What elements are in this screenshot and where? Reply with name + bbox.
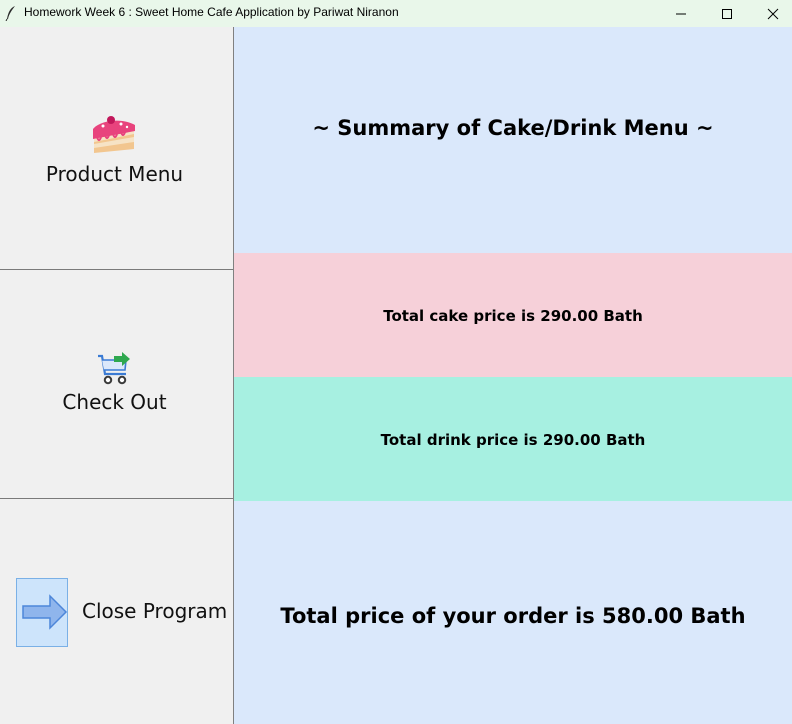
summary-heading-panel: ~ Summary of Cake/Drink Menu ~ (234, 27, 792, 253)
cart-icon (98, 352, 130, 385)
cake-icon (93, 116, 135, 153)
close-window-button[interactable] (750, 0, 792, 27)
maximize-button[interactable] (704, 0, 750, 27)
product-menu-button[interactable]: Product Menu (0, 27, 233, 270)
app-window: Homework Week 6 : Sweet Home Cafe Applic… (0, 0, 792, 724)
maximize-icon (722, 8, 732, 19)
order-total-panel: Total price of your order is 580.00 Bath (234, 501, 792, 724)
minimize-button[interactable] (658, 0, 704, 27)
drink-total-text: Total drink price is 290.00 Bath (380, 431, 646, 449)
arrow-right-icon (16, 578, 68, 647)
cake-total-panel: Total cake price is 290.00 Bath (234, 253, 792, 377)
minimize-icon (676, 13, 686, 14)
summary-area: ~ Summary of Cake/Drink Menu ~ Total cak… (234, 27, 792, 724)
summary-heading: ~ Summary of Cake/Drink Menu ~ (312, 116, 714, 140)
window-title: Homework Week 6 : Sweet Home Cafe Applic… (24, 5, 399, 19)
order-total-text: Total price of your order is 580.00 Bath (280, 603, 746, 628)
check-out-label: Check Out (62, 390, 167, 414)
title-bar[interactable]: Homework Week 6 : Sweet Home Cafe Applic… (0, 0, 792, 27)
sidebar: Product Menu Check Out Close Program (0, 27, 234, 724)
product-menu-label: Product Menu (45, 162, 184, 186)
drink-total-panel: Total drink price is 290.00 Bath (234, 377, 792, 501)
close-program-button[interactable]: Close Program (0, 499, 233, 724)
close-program-label: Close Program (82, 599, 228, 623)
feather-icon (5, 6, 15, 21)
check-out-button[interactable]: Check Out (0, 270, 233, 499)
close-icon (767, 8, 779, 19)
cake-total-text: Total cake price is 290.00 Bath (383, 307, 643, 325)
